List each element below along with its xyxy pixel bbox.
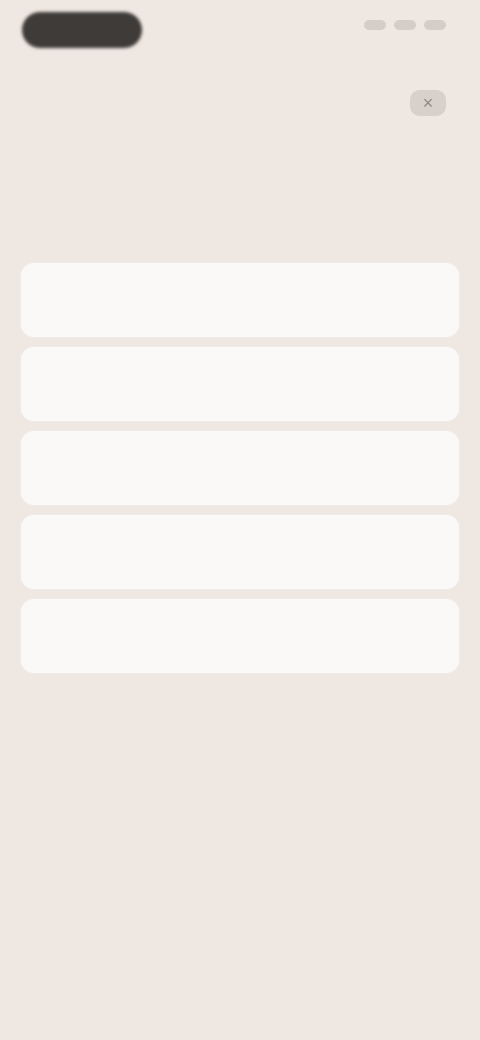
wifi-icon (394, 20, 416, 30)
status-pill (22, 12, 142, 48)
option-list (20, 262, 460, 682)
status-bar (0, 0, 480, 64)
option-item[interactable] (20, 430, 460, 506)
option-item[interactable] (20, 514, 460, 590)
option-item[interactable] (20, 346, 460, 422)
signal-icon (364, 20, 386, 30)
status-indicators (364, 20, 446, 30)
battery-icon (424, 20, 446, 30)
option-item[interactable] (20, 598, 460, 674)
close-button[interactable]: × (410, 90, 446, 116)
option-item[interactable] (20, 262, 460, 338)
